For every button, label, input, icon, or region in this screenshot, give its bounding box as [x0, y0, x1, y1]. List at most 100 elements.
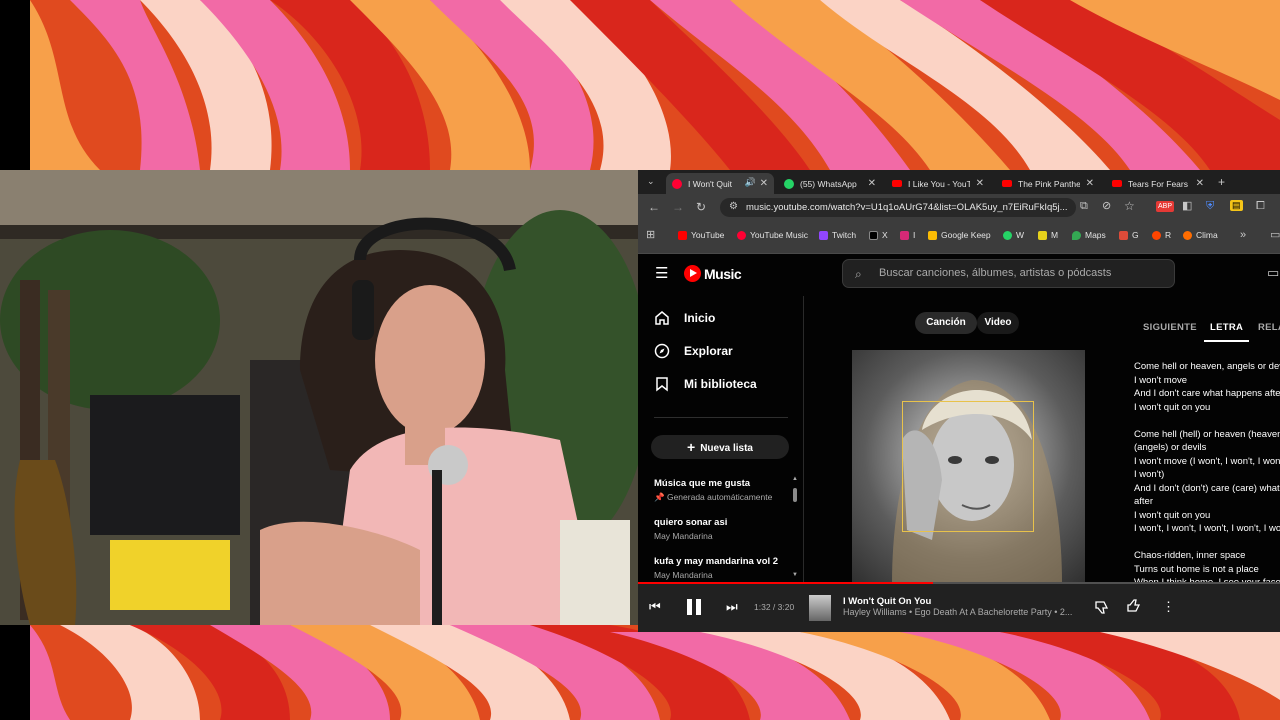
- lyric-line: I won't, I won't, I won't, I won't, I wo…: [1134, 523, 1280, 534]
- player-song-subtitle[interactable]: Hayley Williams • Ego Death At A Bachelo…: [843, 607, 1072, 617]
- player-song-title[interactable]: I Won't Quit On You: [843, 596, 931, 607]
- search-icon: ⌕: [855, 267, 862, 281]
- close-icon[interactable]: ✕: [760, 178, 768, 189]
- tab-whatsapp[interactable]: (55) WhatsApp ✕: [778, 173, 882, 194]
- pause-icon[interactable]: [684, 597, 704, 617]
- keep-icon: [928, 230, 937, 240]
- apps-grid-icon[interactable]: ⊞: [646, 230, 655, 241]
- tab-ytmusic[interactable]: I Won't Quit 🔊 ✕: [666, 173, 774, 194]
- bookmark-google-keep[interactable]: Google Keep: [928, 230, 991, 240]
- sidebar-item-explorar[interactable]: Explorar: [654, 343, 733, 359]
- close-icon[interactable]: ✕: [1196, 178, 1204, 189]
- previous-icon[interactable]: ⏮: [649, 600, 661, 613]
- lyric-line: [1134, 414, 1280, 428]
- webcam-feed: [0, 170, 638, 625]
- bookmark-maps[interactable]: Maps: [1072, 230, 1106, 240]
- lyric-line: And I don't care what happens after: [1134, 388, 1280, 399]
- scroll-up-icon[interactable]: ▲: [792, 476, 798, 482]
- install-icon[interactable]: ⧉: [1080, 201, 1088, 212]
- tab-label: Tears For Fears: [1128, 178, 1188, 189]
- scroll-thumb[interactable]: [793, 488, 797, 502]
- youtube-icon: [678, 230, 687, 240]
- reload-icon[interactable]: ↻: [696, 201, 706, 213]
- url-text: music.youtube.com/watch?v=U1q1oAUrG74&li…: [746, 202, 1068, 213]
- tab-label: The Pink Panthe: [1018, 178, 1080, 189]
- lyric-line: (angels) or devils: [1134, 442, 1207, 453]
- compass-icon: [654, 343, 670, 359]
- speaker-icon[interactable]: 🔊: [745, 178, 756, 187]
- search-input[interactable]: ⌕ Buscar canciones, álbumes, artistas o …: [842, 259, 1175, 288]
- tab-pink-panther[interactable]: The Pink Panthe ✕: [996, 173, 1100, 194]
- player-thumbnail[interactable]: [809, 595, 831, 621]
- active-tab-indicator: [1204, 340, 1249, 342]
- close-icon[interactable]: ✕: [868, 178, 876, 189]
- sidebar-item-label: Explorar: [684, 344, 733, 358]
- playlist-subtitle: May Mandarina: [654, 531, 713, 541]
- bookmark-twitch[interactable]: Twitch: [819, 230, 856, 240]
- url-field[interactable]: ⚙ music.youtube.com/watch?v=U1q1oAUrG74&…: [720, 198, 1076, 217]
- ytmusic-logo-text[interactable]: Music: [704, 266, 742, 282]
- site-info-icon[interactable]: ⚙: [729, 202, 738, 212]
- bookmark-label: YouTube Music: [750, 230, 808, 240]
- shield-icon[interactable]: ⛨: [1206, 201, 1214, 212]
- time-display: 1:32 / 3:20: [754, 602, 795, 612]
- playlist-item[interactable]: kufa y may mandarina vol 2 May Mandarina: [654, 556, 794, 580]
- library-icon: [656, 377, 668, 392]
- sidebar: Inicio Explorar Mi biblioteca + Nueva lis…: [638, 296, 804, 584]
- lyric-line: I won't move: [1134, 374, 1188, 386]
- close-icon[interactable]: ✕: [1086, 178, 1094, 189]
- ytmusic-logo-icon[interactable]: [684, 265, 701, 282]
- sidebar-scrollbar[interactable]: ▲ ▼: [792, 476, 798, 580]
- scroll-down-icon[interactable]: ▼: [792, 572, 798, 578]
- sidebar-item-inicio[interactable]: Inicio: [654, 310, 715, 326]
- bookmark-youtube[interactable]: YouTube: [678, 230, 724, 240]
- bookmark-clima[interactable]: Clima: [1183, 230, 1218, 240]
- adblock-icon[interactable]: ABP: [1156, 201, 1175, 212]
- extension-icon[interactable]: ◧: [1182, 201, 1192, 212]
- extension-yellow-icon[interactable]: ▤: [1230, 200, 1243, 211]
- toggle-song[interactable]: Canción: [915, 312, 977, 334]
- gmail-icon: [1119, 230, 1128, 240]
- menu-icon[interactable]: ☰: [655, 266, 668, 281]
- playlist-item[interactable]: quiero sonar asi May Mandarina: [654, 517, 794, 541]
- tab-label: I Won't Quit: [688, 178, 732, 189]
- bookmark-label: Twitch: [832, 230, 857, 240]
- cast-icon[interactable]: ▭: [1267, 266, 1279, 279]
- eye-off-icon[interactable]: ⊘: [1102, 201, 1111, 212]
- more-options-icon[interactable]: ⋮: [1162, 600, 1175, 613]
- more-bookmarks-icon[interactable]: »: [1240, 230, 1246, 241]
- like-icon[interactable]: [1126, 598, 1142, 614]
- star-icon[interactable]: ☆: [1124, 200, 1135, 212]
- lyric-line: I won't move (I won't, I won't, I won't): [1134, 455, 1280, 467]
- bookmark-whatsapp[interactable]: W: [1003, 230, 1024, 240]
- tab-letra[interactable]: LETRA: [1210, 322, 1243, 333]
- tab-i-like-you[interactable]: I Like You - YouT ✕: [886, 173, 990, 194]
- whatsapp-icon: [1003, 230, 1012, 240]
- next-icon[interactable]: ⏭: [726, 600, 738, 613]
- lyric-line: Come hell or heaven, angels or devils: [1134, 361, 1280, 372]
- new-tab-button[interactable]: +: [1218, 176, 1225, 188]
- bookmark-reddit[interactable]: R: [1152, 230, 1171, 240]
- tab-relacionado[interactable]: RELA: [1258, 322, 1280, 333]
- bookmark-youtube-music[interactable]: YouTube Music: [737, 230, 808, 240]
- bookmark-x[interactable]: X: [869, 230, 888, 240]
- tab-tears-for-fears[interactable]: Tears For Fears ✕: [1106, 173, 1210, 194]
- playlist-item[interactable]: Música que me gusta 📌 Generada automátic…: [654, 478, 794, 503]
- bookmark-instagram[interactable]: I: [900, 230, 915, 240]
- tab-search-icon[interactable]: ⌄: [647, 177, 655, 186]
- puzzle-icon[interactable]: ⧠: [1256, 201, 1265, 212]
- progress-fill[interactable]: [638, 582, 934, 584]
- dislike-icon[interactable]: [1094, 599, 1110, 615]
- new-playlist-button[interactable]: + Nueva lista: [651, 435, 789, 459]
- back-icon[interactable]: ←: [648, 201, 660, 213]
- folder-icon[interactable]: ▭: [1270, 230, 1280, 241]
- playlist-title: quiero sonar asi: [654, 517, 728, 528]
- sidebar-item-biblioteca[interactable]: Mi biblioteca: [654, 376, 757, 392]
- close-icon[interactable]: ✕: [976, 178, 984, 189]
- toggle-video[interactable]: Video: [977, 312, 1019, 334]
- bookmark-gmail[interactable]: G: [1119, 230, 1139, 240]
- forward-icon[interactable]: →: [672, 201, 684, 213]
- playlist-title: Música que me gusta: [654, 478, 751, 489]
- bookmark-m[interactable]: M: [1038, 230, 1058, 240]
- tab-siguiente[interactable]: SIGUIENTE: [1143, 322, 1197, 333]
